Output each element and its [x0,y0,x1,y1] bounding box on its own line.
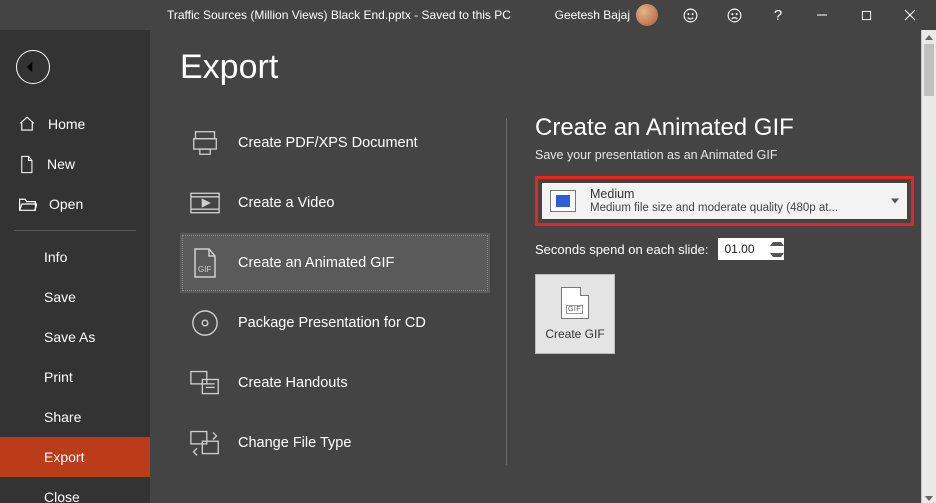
scrollbar-thumb[interactable] [924,44,934,96]
export-option-change-filetype[interactable]: Change File Type [180,413,490,473]
export-option-gif[interactable]: GIF Create an Animated GIF [180,233,490,293]
scrollbar[interactable] [921,30,936,503]
avatar[interactable] [636,4,658,26]
sidebar-item-label: Close [44,489,80,503]
sidebar-item-label: Save As [44,329,95,345]
spinner-down[interactable] [770,249,784,260]
sidebar-item-label: Home [48,116,85,132]
dropdown-primary: Medium [590,187,883,201]
quality-dropdown-highlight: Medium Medium file size and moderate qua… [535,176,914,226]
export-option-label: Create PDF/XPS Document [238,135,418,151]
seconds-spinner[interactable]: 01.00 [718,238,784,260]
close-button[interactable] [888,0,932,30]
export-option-label: Create a Video [238,195,334,211]
gif-document-icon: GIF [561,287,589,319]
titlebar: Traffic Sources (Million Views) Black En… [0,0,936,30]
user-name[interactable]: Geetesh Bajaj [555,8,630,22]
scrollbar-up[interactable] [922,30,936,44]
export-option-handouts[interactable]: Create Handouts [180,353,490,413]
sidebar-item-open[interactable]: Open [0,184,150,224]
create-gif-label: Create GIF [545,327,604,341]
sidebar-item-label: Save [44,289,76,305]
frown-icon[interactable] [712,0,756,30]
sidebar-item-home[interactable]: Home [0,104,150,144]
backstage-sidebar: Home New Open Info Save Save As Print [0,30,150,503]
folder-open-icon [18,196,37,212]
back-button[interactable] [16,50,50,84]
sidebar-item-export[interactable]: Export [0,437,150,477]
export-option-package-cd[interactable]: Package Presentation for CD [180,293,490,353]
scrollbar-down[interactable] [922,491,936,503]
export-option-video[interactable]: Create a Video [180,173,490,233]
sidebar-item-close[interactable]: Close [0,477,150,503]
presentation-icon [550,190,576,212]
gif-icon: GIF [190,248,220,278]
handouts-icon [190,368,220,398]
seconds-label: Seconds spend on each slide: [535,242,708,257]
create-gif-button[interactable]: GIF Create GIF [535,274,615,354]
help-icon[interactable]: ? [756,0,800,30]
quality-dropdown[interactable]: Medium Medium file size and moderate qua… [542,183,907,219]
sidebar-item-new[interactable]: New [0,144,150,184]
smile-icon[interactable] [668,0,712,30]
pane-title: Create an Animated GIF [535,114,914,142]
export-option-pdfxps[interactable]: Create PDF/XPS Document [180,113,490,173]
minimize-button[interactable] [800,0,844,30]
sidebar-item-saveas[interactable]: Save As [0,317,150,357]
pdf-icon [190,128,220,158]
home-icon [18,115,36,133]
cd-icon [190,308,220,338]
export-option-label: Package Presentation for CD [238,315,426,331]
sidebar-item-info[interactable]: Info [0,237,150,277]
export-option-label: Create an Animated GIF [238,255,394,271]
sidebar-item-label: Open [49,196,83,212]
sidebar-item-label: New [47,156,75,172]
spinner-up[interactable] [770,238,784,249]
svg-text:GIF: GIF [198,265,211,274]
export-option-label: Change File Type [238,435,351,451]
sidebar-item-label: Info [44,249,67,265]
export-main: Export Create PDF/XPS Document Create a … [150,30,936,503]
chevron-down-icon [891,199,899,204]
sidebar-item-label: Share [44,409,81,425]
pane-subtitle: Save your presentation as an Animated GI… [535,148,914,162]
sidebar-item-share[interactable]: Share [0,397,150,437]
document-title: Traffic Sources (Million Views) Black En… [167,8,511,22]
seconds-value: 01.00 [724,242,754,256]
sidebar-item-label: Print [44,369,73,385]
page-title: Export [180,48,490,87]
video-icon [190,188,220,218]
sidebar-item-label: Export [44,449,84,465]
gif-tag: GIF [566,305,583,314]
document-icon [18,155,35,174]
maximize-button[interactable] [844,0,888,30]
dropdown-secondary: Medium file size and moderate quality (4… [590,202,883,215]
sidebar-item-save[interactable]: Save [0,277,150,317]
filetype-icon [190,428,220,458]
sidebar-item-print[interactable]: Print [0,357,150,397]
export-option-label: Create Handouts [238,375,348,391]
